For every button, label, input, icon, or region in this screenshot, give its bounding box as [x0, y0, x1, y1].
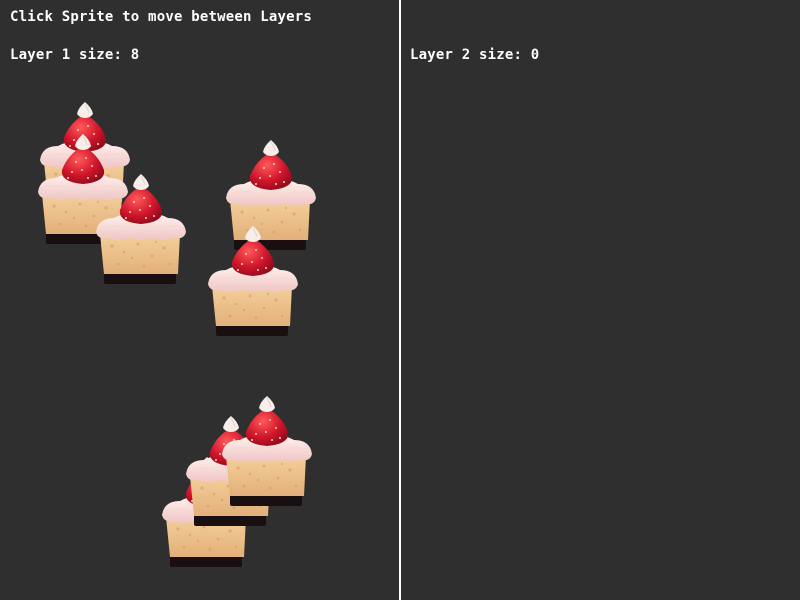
strawberry-cake-icon: [222, 396, 312, 506]
layer-2-size-label: Layer 2 size: 0: [410, 47, 540, 63]
layer-1-panel: Click Sprite to move between Layers Laye…: [0, 0, 399, 600]
cake-sprite-3[interactable]: [94, 172, 188, 292]
layer-1-size-label: Layer 1 size: 8: [10, 47, 140, 63]
strawberry-cake-icon: [208, 226, 298, 336]
cake-sprite-8[interactable]: [220, 394, 314, 514]
cake-sprite-5[interactable]: [206, 224, 300, 344]
layer-2-panel: Layer 2 size: 0: [401, 0, 800, 600]
instruction-text: Click Sprite to move between Layers: [10, 9, 313, 25]
strawberry-cake-icon: [96, 174, 186, 284]
game-stage: Click Sprite to move between Layers Laye…: [0, 0, 800, 600]
